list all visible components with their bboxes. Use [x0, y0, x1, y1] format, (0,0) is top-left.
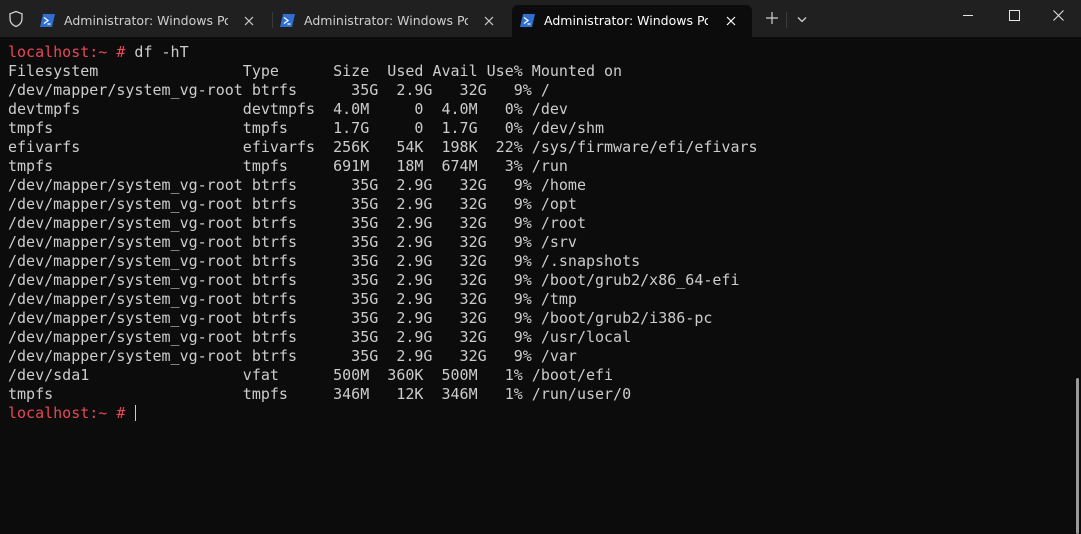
scrollbar-thumb[interactable] — [1076, 378, 1079, 534]
plus-icon[interactable] — [766, 12, 778, 24]
output-row: /dev/mapper/system_vg-root btrfs 35G 2.9… — [8, 176, 586, 194]
output-row: /dev/mapper/system_vg-root btrfs 35G 2.9… — [8, 233, 577, 251]
minimize-button[interactable] — [945, 0, 991, 32]
close-icon[interactable] — [244, 16, 254, 26]
powershell-icon — [40, 14, 55, 27]
close-icon[interactable] — [726, 16, 736, 26]
output-row: /dev/mapper/system_vg-root btrfs 35G 2.9… — [8, 290, 577, 308]
tab-label: Administrator: Windows PowerShell — [304, 13, 468, 28]
output-row: tmpfs tmpfs 1.7G 0 1.7G 0% /dev/shm — [8, 119, 605, 137]
output-row: /dev/mapper/system_vg-root btrfs 35G 2.9… — [8, 81, 550, 99]
maximize-button[interactable] — [991, 0, 1037, 32]
output-row: /dev/mapper/system_vg-root btrfs 35G 2.9… — [8, 252, 641, 270]
text-cursor — [135, 405, 137, 421]
tab-3-active[interactable]: Administrator: Windows PowerShell — [512, 5, 752, 37]
shell-prompt: localhost:~ # — [8, 404, 126, 422]
shell-prompt: localhost:~ # — [8, 43, 126, 61]
output-row: devtmpfs devtmpfs 4.0M 0 4.0M 0% /dev — [8, 100, 568, 118]
close-icon — [1053, 10, 1064, 21]
output-row: efivarfs efivarfs 256K 54K 198K 22% /sys… — [8, 138, 758, 156]
active-prompt-line[interactable]: localhost:~ # — [8, 404, 137, 423]
output-row: tmpfs tmpfs 346M 12K 346M 1% /run/user/0 — [8, 385, 632, 403]
command-text: df -hT — [125, 43, 189, 61]
title-bar: Administrator: Windows PowerShell Admini… — [0, 0, 1081, 37]
toolbar-divider — [786, 12, 787, 28]
tab-1[interactable]: Administrator: Windows PowerShell — [32, 5, 264, 37]
output-row: /dev/mapper/system_vg-root btrfs 35G 2.9… — [8, 309, 713, 327]
tab-label: Administrator: Windows PowerShell — [64, 13, 228, 28]
chevron-down-icon[interactable] — [796, 14, 808, 26]
output-row: /dev/mapper/system_vg-root btrfs 35G 2.9… — [8, 195, 577, 213]
output-row: /dev/mapper/system_vg-root btrfs 35G 2.9… — [8, 214, 586, 232]
powershell-icon — [280, 14, 295, 27]
minimize-icon — [963, 15, 973, 16]
powershell-icon — [520, 14, 535, 27]
tab-label: Administrator: Windows PowerShell — [544, 13, 708, 28]
terminal-pane[interactable]: localhost:~ # df -hT Filesystem Type Siz… — [0, 37, 1068, 534]
output-row: tmpfs tmpfs 691M 18M 674M 3% /run — [8, 157, 568, 175]
close-window-button[interactable] — [1035, 0, 1081, 32]
output-row: /dev/mapper/system_vg-root btrfs 35G 2.9… — [8, 271, 740, 289]
output-header: Filesystem Type Size Used Avail Use% Mou… — [8, 62, 623, 80]
shield-icon — [9, 10, 23, 28]
command-line: localhost:~ # df -hT — [8, 43, 189, 62]
output-row: /dev/mapper/system_vg-root btrfs 35G 2.9… — [8, 347, 577, 365]
output-row: /dev/sda1 vfat 500M 360K 500M 1% /boot/e… — [8, 366, 614, 384]
maximize-icon — [1009, 10, 1020, 21]
tab-2[interactable]: Administrator: Windows PowerShell — [272, 5, 504, 37]
output-row: /dev/mapper/system_vg-root btrfs 35G 2.9… — [8, 328, 632, 346]
close-icon[interactable] — [484, 16, 494, 26]
